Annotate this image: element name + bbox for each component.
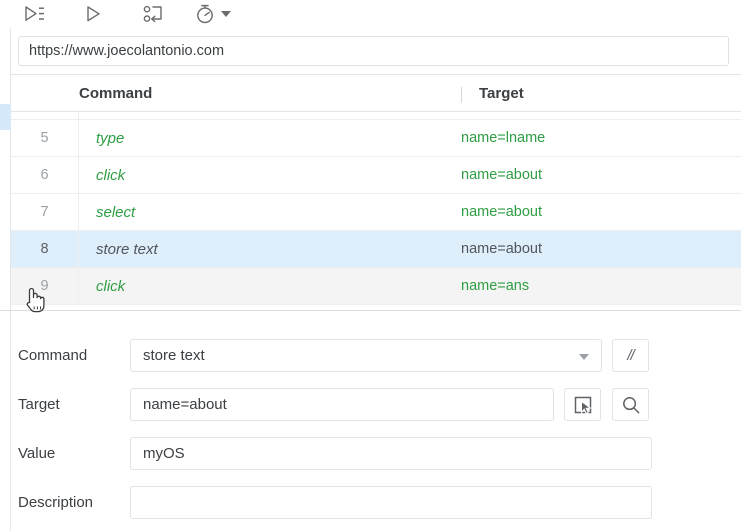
- caret-down-icon[interactable]: [579, 354, 589, 360]
- value-input[interactable]: myOS: [130, 437, 652, 470]
- row-command: click: [96, 277, 126, 295]
- field-label-command: Command: [18, 347, 88, 364]
- row-target: name=about: [461, 204, 543, 220]
- row-target: name=ans: [461, 278, 530, 294]
- table-row[interactable]: 5 type name=lname: [11, 119, 741, 157]
- row-index: 8: [11, 230, 79, 268]
- run-current-test-icon[interactable]: [72, 1, 116, 27]
- target-input-value: name=about: [143, 396, 227, 413]
- row-command: type: [96, 129, 125, 147]
- table-row-selected[interactable]: 8 store text name=about: [11, 230, 741, 268]
- command-select[interactable]: store text: [130, 339, 602, 372]
- table-row[interactable]: 7 select name=about: [11, 193, 741, 231]
- table-row[interactable]: [11, 112, 741, 120]
- form-left-rail: [10, 318, 11, 531]
- row-index: 7: [11, 193, 79, 231]
- comment-button-label: //: [627, 347, 634, 364]
- row-command: click: [96, 166, 126, 184]
- left-rail: [0, 28, 11, 318]
- field-label-value: Value: [18, 445, 56, 462]
- left-rail-accent: [0, 104, 11, 130]
- field-label-description: Description: [18, 494, 94, 511]
- base-url-bar: https://www.joecolantonio.com: [0, 28, 741, 75]
- search-icon[interactable]: [612, 388, 649, 421]
- commands-table-header: Command Target: [11, 76, 741, 112]
- column-header-target[interactable]: Target: [461, 85, 524, 103]
- speed-timer-icon[interactable]: [192, 1, 218, 27]
- step-over-icon[interactable]: [132, 1, 176, 27]
- command-select-value: store text: [143, 347, 205, 364]
- row-command: select: [96, 203, 136, 221]
- row-index: 5: [11, 119, 79, 157]
- table-bottom-divider: [0, 310, 741, 311]
- table-row[interactable]: 9 click name=ans: [11, 267, 741, 305]
- selenium-ide-window: https://www.joecolantonio.com Command Ta…: [0, 0, 741, 531]
- field-label-target: Target: [18, 396, 60, 413]
- description-input[interactable]: [130, 486, 652, 519]
- row-index: 9: [11, 267, 79, 305]
- select-target-icon[interactable]: [564, 388, 601, 421]
- command-detail-form: Command store text // Target name=about …: [0, 318, 741, 531]
- column-header-target-label: Target: [479, 85, 524, 102]
- commands-table-body[interactable]: 5 type name=lname 6 click name=about 7 s…: [11, 112, 741, 310]
- row-command: store text: [96, 240, 158, 258]
- target-input[interactable]: name=about: [130, 388, 554, 421]
- add-comment-button[interactable]: //: [612, 339, 649, 372]
- playback-toolbar: [0, 0, 741, 28]
- row-target: name=about: [461, 167, 543, 183]
- run-all-tests-icon[interactable]: [12, 1, 56, 27]
- value-input-value: myOS: [143, 445, 185, 462]
- row-target: name=about: [461, 241, 543, 257]
- base-url-input[interactable]: https://www.joecolantonio.com: [18, 36, 729, 66]
- speed-caret-down-icon[interactable]: [221, 11, 231, 17]
- column-divider[interactable]: [461, 87, 462, 103]
- table-row[interactable]: 6 click name=about: [11, 156, 741, 194]
- column-header-command[interactable]: Command: [79, 85, 461, 102]
- base-url-value: https://www.joecolantonio.com: [29, 43, 225, 59]
- row-target: name=lname: [461, 130, 546, 146]
- row-index: 6: [11, 156, 79, 194]
